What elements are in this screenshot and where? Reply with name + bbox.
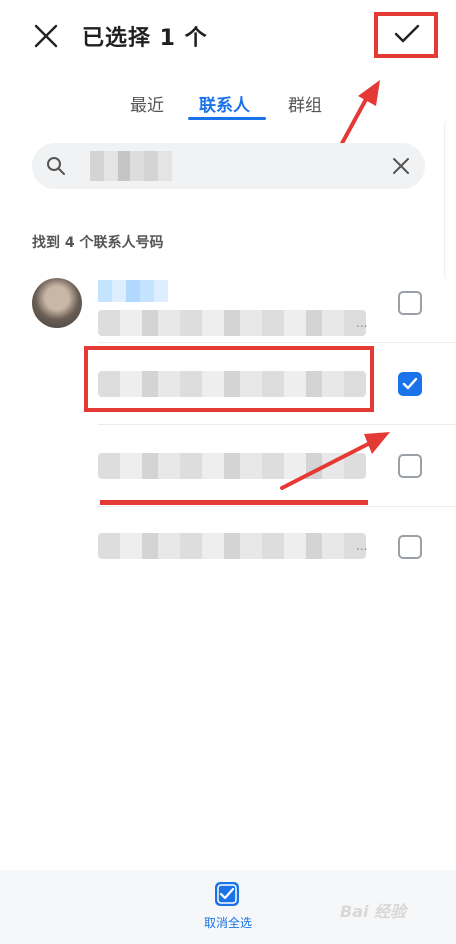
checkbox-icon xyxy=(215,882,239,906)
annotation-arrow-mid xyxy=(280,432,390,490)
watermark-logo: Bai 经验 xyxy=(340,902,407,921)
tab-groups[interactable]: 群组 xyxy=(288,91,322,116)
search-icon xyxy=(47,157,65,175)
tab-contacts[interactable]: 联系人 xyxy=(199,91,250,116)
deselect-all-label: 取消全选 xyxy=(203,916,252,930)
close-button[interactable] xyxy=(30,20,62,52)
bottom-bar: 取消全选 Bai 经验 xyxy=(0,870,456,944)
clear-search-button[interactable] xyxy=(390,155,412,181)
check-icon xyxy=(402,377,418,390)
phone-number-blurred xyxy=(98,310,366,336)
header: 已选择 1 个 xyxy=(0,0,456,72)
row-ellipsis: ... xyxy=(356,316,368,330)
contact-name-blurred xyxy=(98,280,168,302)
phone-number-blurred xyxy=(98,533,366,559)
tab-active-indicator xyxy=(188,117,266,120)
result-count-label: 找到 4 个联系人号码 xyxy=(32,235,164,251)
tab-bar: 最近 联系人 群组 xyxy=(0,88,456,124)
scroll-indicator xyxy=(444,120,456,280)
annotation-highlight-box xyxy=(84,346,374,412)
contact-checkbox[interactable] xyxy=(398,291,422,315)
contact-checkbox[interactable] xyxy=(398,535,422,559)
avatar xyxy=(32,278,82,328)
page-title: 已选择 1 个 xyxy=(82,26,208,51)
search-input[interactable] xyxy=(32,143,425,189)
confirm-button[interactable] xyxy=(374,12,438,58)
row-ellipsis: ... xyxy=(356,539,368,553)
check-icon xyxy=(394,24,420,43)
close-icon xyxy=(34,24,58,48)
tab-recent[interactable]: 最近 xyxy=(130,91,164,116)
contact-checkbox-checked[interactable] xyxy=(398,372,422,396)
search-query-blurred xyxy=(90,151,172,181)
contact-checkbox[interactable] xyxy=(398,454,422,478)
annotation-underline xyxy=(100,500,368,505)
clear-icon xyxy=(393,158,409,174)
